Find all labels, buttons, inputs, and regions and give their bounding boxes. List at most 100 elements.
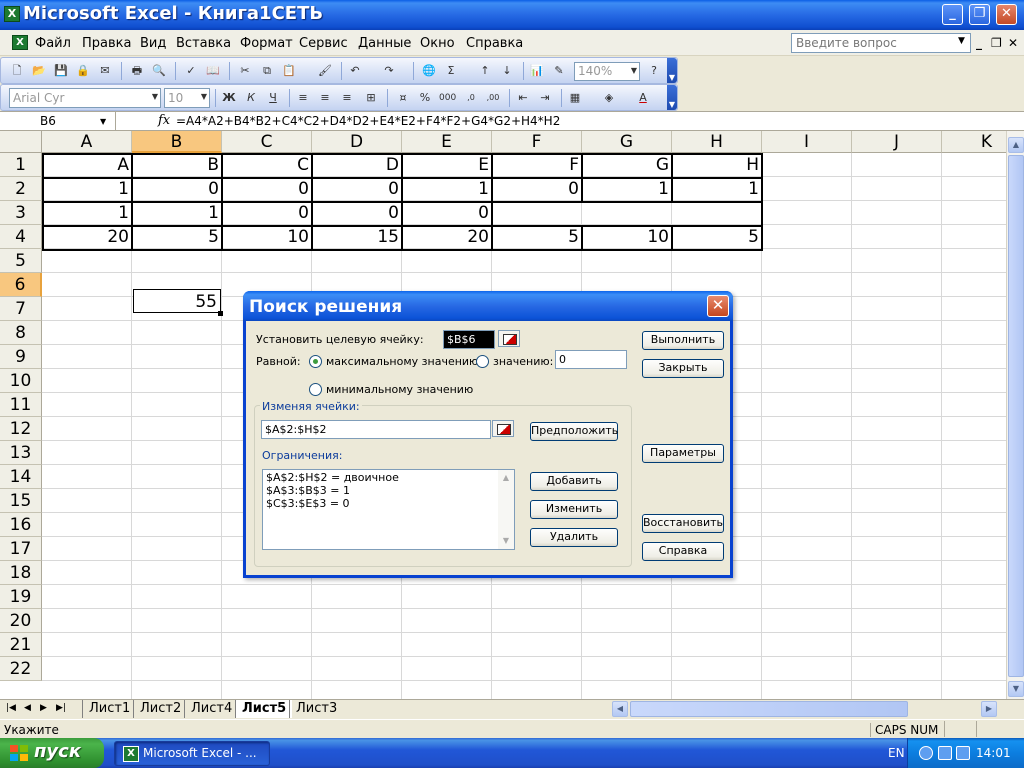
value-input[interactable]: 0 [555,350,627,369]
cell-d3[interactable]: 0 [312,201,402,225]
tray-arrow-icon[interactable] [919,746,933,760]
target-ref-icon[interactable] [498,330,520,347]
menu-data[interactable]: Данные [358,36,411,51]
last-sheet-icon[interactable]: ▶| [56,703,66,713]
scroll-up-icon[interactable]: ▲ [498,470,514,486]
align-right-icon[interactable]: ≡ [339,90,355,106]
sheet-tab-1[interactable]: Лист1 [82,700,136,718]
align-center-icon[interactable]: ≡ [317,90,333,106]
row-header-21[interactable]: 21 [0,633,42,657]
row-header-5[interactable]: 5 [0,249,42,273]
cell-b1[interactable]: B [132,153,222,177]
row-header-20[interactable]: 20 [0,609,42,633]
paste-icon[interactable]: 📋 [281,63,297,79]
sort-ascending-icon[interactable]: ↑ [477,63,493,79]
select-all-corner[interactable] [0,131,42,153]
merge-center-icon[interactable]: ⊞ [363,90,379,106]
changing-ref-icon[interactable] [492,420,514,437]
row-header-13[interactable]: 13 [0,441,42,465]
cell-b4[interactable]: 5 [132,225,222,249]
guess-button[interactable]: Предположить [530,422,618,441]
row-header-4[interactable]: 4 [0,225,42,249]
menu-tools[interactable]: Сервис [299,36,348,51]
scroll-up-icon[interactable]: ▲ [1008,137,1024,153]
decrease-decimal-icon[interactable]: ,00 [485,90,501,106]
menu-insert[interactable]: Вставка [176,36,231,51]
column-header-c[interactable]: C [222,131,312,153]
cell-e3[interactable]: 0 [402,201,492,225]
percent-icon[interactable]: % [417,90,433,106]
sheet-tab-4[interactable]: Лист4 [184,700,238,718]
max-radio-label[interactable]: максимальному значению [326,355,478,368]
cell-f1[interactable]: F [492,153,582,177]
value-radio[interactable] [476,355,489,368]
cell-b2[interactable]: 0 [132,177,222,201]
new-icon[interactable]: 🗋 [9,63,25,79]
column-header-g[interactable]: G [582,131,672,153]
row-header-14[interactable]: 14 [0,465,42,489]
align-left-icon[interactable]: ≡ [295,90,311,106]
cell-d4[interactable]: 15 [312,225,402,249]
row-header-8[interactable]: 8 [0,321,42,345]
row-header-9[interactable]: 9 [0,345,42,369]
add-constraint-button[interactable]: Добавить [530,472,618,491]
bold-icon[interactable]: Ж [221,90,237,106]
constraint-item[interactable]: $A$3:$B$3 = 1 [266,484,350,497]
insert-function-icon[interactable]: fx [158,113,170,128]
name-box[interactable]: B6 [0,112,116,130]
start-button[interactable]: пуск [0,738,104,768]
cell-f4[interactable]: 5 [492,225,582,249]
next-sheet-icon[interactable]: ▶ [40,703,47,713]
options-button[interactable]: Параметры [642,444,724,463]
column-header-d[interactable]: D [312,131,402,153]
italic-icon[interactable]: К [243,90,259,106]
taskbar-excel-button[interactable]: X Microsoft Excel - ... [114,741,270,766]
column-header-b[interactable]: B [132,131,222,153]
horizontal-scroll-thumb[interactable] [630,701,908,717]
column-header-i[interactable]: I [762,131,852,153]
fill-color-icon[interactable]: ◈ [601,90,617,106]
network-icon[interactable] [938,746,952,760]
print-icon[interactable]: 🖶 [129,63,145,79]
column-header-j[interactable]: J [852,131,942,153]
vertical-scrollbar[interactable]: ▲ ▼ [1006,131,1024,699]
help-icon[interactable]: ? [646,63,662,79]
max-radio[interactable] [309,355,322,368]
toolbar-options-icon[interactable]: ▼ [667,85,677,110]
excel-app-icon[interactable]: X [4,6,20,22]
research-icon[interactable]: 📖 [205,63,221,79]
spelling-icon[interactable]: ✓ [183,63,199,79]
menu-edit[interactable]: Правка [82,36,131,51]
row-header-7[interactable]: 7 [0,297,42,321]
close-window-button[interactable]: ✕ [996,4,1017,25]
scroll-left-icon[interactable]: ◀ [612,701,628,717]
increase-decimal-icon[interactable]: ,0 [463,90,479,106]
column-header-e[interactable]: E [402,131,492,153]
column-header-k[interactable]: K [942,131,1006,153]
cell-d2[interactable]: 0 [312,177,402,201]
name-box-dropdown-icon[interactable]: ▼ [100,117,106,126]
reset-all-button[interactable]: Восстановить [642,514,724,533]
clock[interactable]: 14:01 [976,746,1011,760]
cell-c2[interactable]: 0 [222,177,312,201]
cell-a2[interactable]: 1 [42,177,132,201]
solve-button[interactable]: Выполнить [642,331,724,350]
scroll-down-icon[interactable]: ▼ [1008,681,1024,697]
solver-title-bar[interactable]: Поиск решения ✕ [243,291,733,321]
cell-d1[interactable]: D [312,153,402,177]
row-header-10[interactable]: 10 [0,369,42,393]
restore-button[interactable]: ❐ [969,4,990,25]
chart-wizard-icon[interactable]: 📊 [529,63,545,79]
constraints-scrollbar[interactable]: ▲ ▼ [498,470,514,549]
scroll-right-icon[interactable]: ▶ [981,701,997,717]
row-header-22[interactable]: 22 [0,657,42,681]
cell-a1[interactable]: A [42,153,132,177]
column-header-a[interactable]: A [42,131,132,153]
underline-icon[interactable]: Ч [265,90,281,106]
volume-icon[interactable] [956,746,970,760]
prev-sheet-icon[interactable]: ◀ [24,703,31,713]
copy-icon[interactable]: ⧉ [259,63,275,79]
toolbar-options-icon[interactable]: ▼ [667,58,677,83]
changing-cells-input[interactable]: $A$2:$H$2 [261,420,491,439]
format-painter-icon[interactable]: 🖌 [317,63,333,79]
